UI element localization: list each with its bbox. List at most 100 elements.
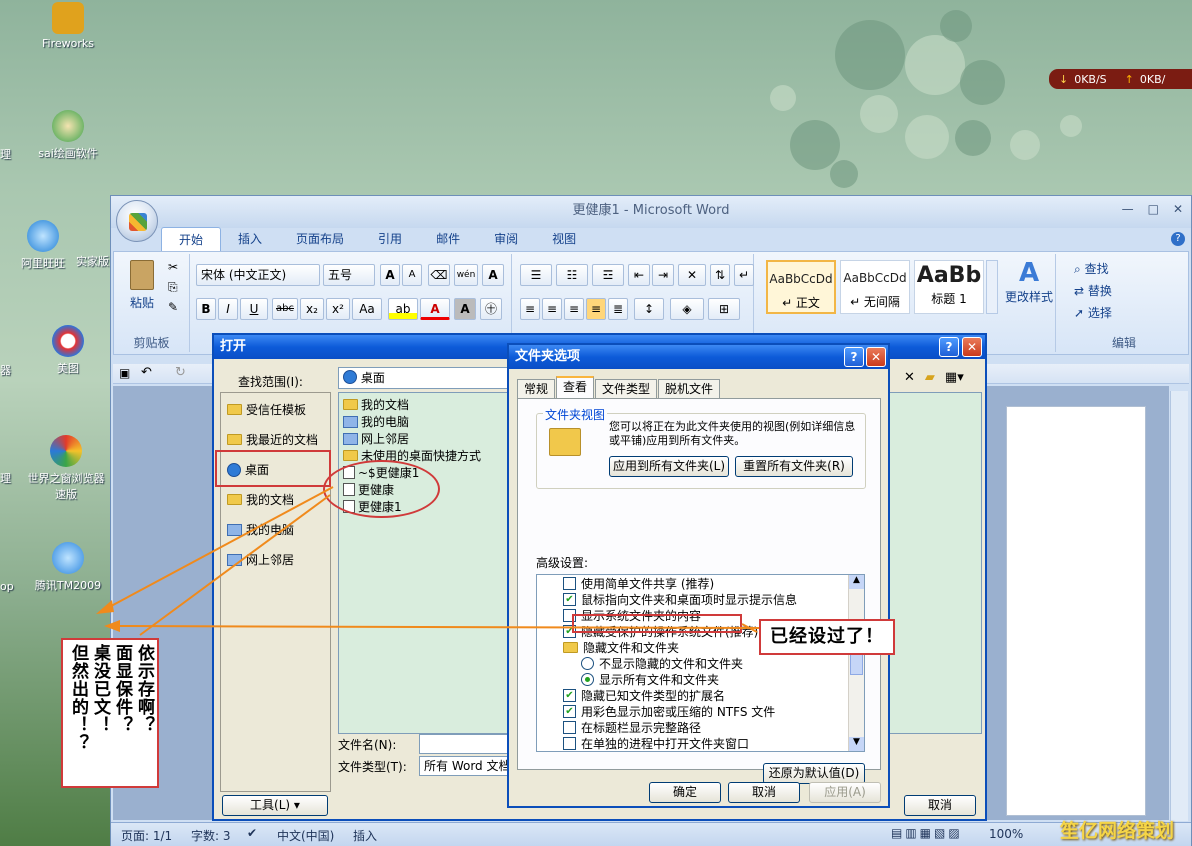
pinyin-button[interactable]: wén <box>454 264 478 286</box>
justify-button[interactable]: ≡ <box>586 298 606 320</box>
undo-icon[interactable]: ↶ <box>141 365 152 380</box>
list-item[interactable]: 网上邻居 <box>343 430 409 447</box>
help-icon[interactable]: ? <box>844 347 864 367</box>
checkbox-checked[interactable]: ✔ <box>563 593 576 606</box>
find-button[interactable]: ⌕ 查找 <box>1074 260 1109 277</box>
font-name-select[interactable]: 宋体 (中文正文) <box>196 264 320 286</box>
option-hide-extensions[interactable]: ✔ 隐藏已知文件类型的扩展名 <box>563 687 725 704</box>
italic-button[interactable]: I <box>218 298 238 320</box>
desktop-icon-theworld[interactable]: 世界之窗浏览器 速版 <box>16 435 116 502</box>
style-normal[interactable]: AaBbCcDd ↵ 正文 <box>766 260 836 314</box>
styles-scroll[interactable] <box>986 260 998 314</box>
maximize-icon[interactable]: □ <box>1148 202 1159 216</box>
close-icon[interactable]: ✕ <box>962 337 982 357</box>
desktop-icon-tm2009[interactable]: 腾讯TM2009 <box>23 542 113 593</box>
line-spacing-button[interactable]: ↕ <box>634 298 664 320</box>
replace-button[interactable]: ⇄ 替换 <box>1074 282 1112 299</box>
font-size-select[interactable]: 五号 <box>323 264 375 286</box>
desktop-icon-sai[interactable]: sai绘画软件 <box>23 110 113 161</box>
tab-mailings[interactable]: 邮件 <box>419 227 477 251</box>
language[interactable]: 中文(中国) <box>277 827 334 844</box>
close-icon[interactable]: ✕ <box>1173 202 1183 216</box>
new-folder-icon[interactable]: ▰ <box>925 370 935 385</box>
tab-view[interactable]: 视图 <box>535 227 593 251</box>
decrease-indent-button[interactable]: ⇤ <box>628 264 650 286</box>
tab-offline-files[interactable]: 脱机文件 <box>658 379 721 398</box>
change-case-button[interactable]: Aa <box>352 298 382 320</box>
tab-insert[interactable]: 插入 <box>221 227 279 251</box>
checkbox[interactable] <box>563 737 576 750</box>
increase-indent-button[interactable]: ⇥ <box>652 264 674 286</box>
bold-button[interactable]: B <box>196 298 216 320</box>
align-center-button[interactable]: ≡ <box>542 298 562 320</box>
place-trusted-templates[interactable]: 受信任模板 <box>227 401 306 418</box>
restore-defaults-button[interactable]: 还原为默认值(D) <box>763 763 865 784</box>
zoom-level[interactable]: 100% <box>989 827 1023 841</box>
word-count[interactable]: 字数: 3 <box>191 827 231 844</box>
delete-icon[interactable]: ✕ <box>904 370 915 385</box>
office-button[interactable] <box>116 200 158 242</box>
show-marks-button[interactable]: ↵ <box>734 264 754 286</box>
desktop-icon-aliwangwang[interactable]: 阿里旺旺 <box>8 220 78 271</box>
view-buttons[interactable]: ▤▥▦▧▨ <box>891 826 963 840</box>
ok-button[interactable]: 确定 <box>649 782 721 803</box>
option-simple-sharing[interactable]: 使用简单文件共享 (推荐) <box>563 575 714 592</box>
tab-file-types[interactable]: 文件类型 <box>595 379 658 398</box>
desktop-icon-fireworks[interactable]: Fireworks <box>23 2 113 50</box>
save-icon[interactable]: ▣ <box>119 366 130 380</box>
minimize-icon[interactable]: — <box>1122 202 1134 216</box>
option-show-all-files[interactable]: 显示所有文件和文件夹 <box>581 671 719 688</box>
list-item[interactable]: 我的文档 <box>343 396 409 413</box>
subscript-button[interactable]: x₂ <box>300 298 324 320</box>
place-network[interactable]: 网上邻居 <box>227 551 294 568</box>
option-show-tips[interactable]: ✔ 鼠标指向文件夹和桌面项时显示提示信息 <box>563 591 797 608</box>
advanced-settings-list[interactable]: 使用简单文件共享 (推荐) ✔ 鼠标指向文件夹和桌面项时显示提示信息 显示系统文件… <box>536 574 865 752</box>
close-icon[interactable]: ✕ <box>866 347 886 367</box>
shrink-font-button[interactable]: A <box>402 264 422 286</box>
bullets-button[interactable]: ☰ <box>520 264 552 286</box>
apply-to-all-folders-button[interactable]: 应用到所有文件夹(L) <box>609 456 729 477</box>
document-page[interactable] <box>1006 406 1146 816</box>
distribute-button[interactable]: ≣ <box>608 298 628 320</box>
views-menu-icon[interactable]: ▦▾ <box>945 370 964 385</box>
radio-selected[interactable] <box>581 673 594 686</box>
tab-references[interactable]: 引用 <box>361 227 419 251</box>
place-my-computer[interactable]: 我的电脑 <box>227 521 294 538</box>
apply-button[interactable]: 应用(A) <box>809 782 881 803</box>
look-in-select[interactable]: 桌面 <box>338 367 508 389</box>
align-right-button[interactable]: ≡ <box>564 298 584 320</box>
underline-button[interactable]: U <box>240 298 268 320</box>
format-painter-icon[interactable]: ✎ <box>168 300 178 314</box>
char-shading-button[interactable]: A <box>454 298 476 320</box>
copy-icon[interactable]: ⎘ <box>168 280 178 295</box>
tab-view[interactable]: 查看 <box>556 376 595 398</box>
reset-all-folders-button[interactable]: 重置所有文件夹(R) <box>735 456 853 477</box>
scroll-up-icon[interactable]: ▲ <box>849 575 864 589</box>
superscript-button[interactable]: x² <box>326 298 350 320</box>
advanced-list-scrollbar[interactable]: ▲ ▼ <box>848 575 864 751</box>
redo-icon[interactable]: ↻ <box>175 365 186 380</box>
paste-button[interactable]: 粘贴 <box>122 258 162 322</box>
tab-home[interactable]: 开始 <box>161 227 222 251</box>
clear-format-button[interactable]: ⌫ <box>428 264 450 286</box>
proofing-icon[interactable]: ✔ <box>247 826 257 840</box>
style-heading-1[interactable]: AaBb 标题 1 <box>914 260 984 314</box>
checkbox-checked[interactable]: ✔ <box>563 705 576 718</box>
multilevel-button[interactable]: ☲ <box>592 264 624 286</box>
char-border-button[interactable]: A <box>482 264 504 286</box>
cancel-button[interactable]: 取消 <box>904 795 976 816</box>
numbering-button[interactable]: ☷ <box>556 264 588 286</box>
scroll-down-icon[interactable]: ▼ <box>849 737 864 751</box>
insert-mode[interactable]: 插入 <box>353 827 377 844</box>
style-no-spacing[interactable]: AaBbCcDd ↵ 无间隔 <box>840 260 910 314</box>
option-color-ntfs[interactable]: ✔ 用彩色显示加密或压缩的 NTFS 文件 <box>563 703 775 720</box>
radio[interactable] <box>581 657 594 670</box>
help-icon[interactable]: ? <box>939 337 959 357</box>
strikethrough-button[interactable]: abc <box>272 298 298 320</box>
change-styles-button[interactable]: A 更改样式 <box>1004 258 1054 305</box>
help-icon[interactable]: ? <box>1171 232 1185 246</box>
list-item[interactable]: 我的电脑 <box>343 413 409 430</box>
borders-button[interactable]: ⊞ <box>708 298 740 320</box>
vertical-scrollbar[interactable] <box>1170 391 1188 821</box>
tab-review[interactable]: 审阅 <box>477 227 535 251</box>
